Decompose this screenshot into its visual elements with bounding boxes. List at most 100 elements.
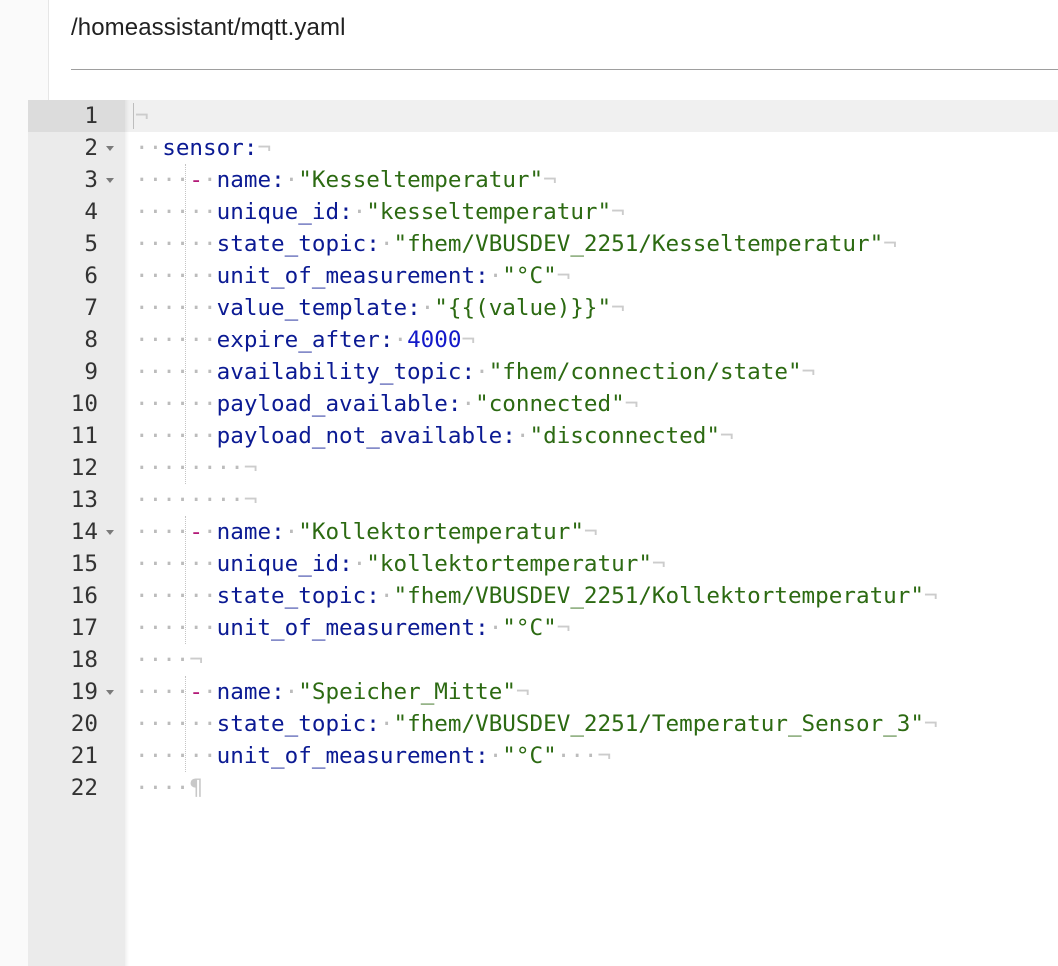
code-line[interactable]: ········¬ bbox=[135, 452, 257, 484]
line-number: 7 bbox=[84, 295, 98, 321]
token-para: ¶ bbox=[189, 775, 204, 801]
token-eol: ¬ bbox=[597, 743, 612, 769]
code-line[interactable]: ······state_topic:·"fhem/VBUSDEV_2251/Te… bbox=[135, 708, 938, 740]
token-ws: · bbox=[352, 199, 367, 225]
token-eol: ¬ bbox=[611, 295, 625, 321]
token-str: "°C" bbox=[502, 743, 557, 769]
token-punc: : bbox=[271, 679, 285, 705]
token-str: "fhem/VBUSDEV_2251/Kollektortemperatur" bbox=[393, 583, 924, 609]
code-line[interactable]: ····-·name:·"Kollektortemperatur"¬ bbox=[135, 516, 598, 548]
code-line[interactable]: ····-·name:·"Kesseltemperatur"¬ bbox=[135, 164, 557, 196]
code-line[interactable]: ······unit_of_measurement:·"°C"···¬ bbox=[135, 740, 611, 772]
line-number: 5 bbox=[84, 231, 98, 257]
token-punc: : bbox=[366, 231, 380, 257]
header-divider bbox=[71, 69, 1058, 70]
side-strip bbox=[0, 0, 49, 100]
code-line[interactable]: ······unique_id:·"kollektortemperatur"¬ bbox=[135, 548, 666, 580]
token-eol: ¬ bbox=[189, 647, 204, 673]
token-str: "Speicher_Mitte" bbox=[298, 679, 516, 705]
code-line[interactable]: ····¬ bbox=[135, 644, 203, 676]
token-ws: · bbox=[379, 231, 394, 257]
token-eol: ¬ bbox=[624, 391, 639, 417]
token-eol: ¬ bbox=[257, 135, 272, 161]
code-line[interactable]: ······state_topic:·"fhem/VBUSDEV_2251/Ko… bbox=[135, 580, 938, 612]
token-dash: - bbox=[189, 679, 204, 705]
token-ws: · bbox=[203, 167, 217, 193]
token-ws: ······ bbox=[135, 295, 217, 321]
code-line[interactable]: ······state_topic:·"fhem/VBUSDEV_2251/Ke… bbox=[135, 228, 897, 260]
token-eol: ¬ bbox=[801, 359, 816, 385]
token-str: "°C" bbox=[502, 263, 557, 289]
fold-toggle-icon[interactable] bbox=[106, 530, 114, 535]
token-key: sensor bbox=[162, 135, 244, 161]
token-ws: · bbox=[488, 743, 503, 769]
code-line[interactable]: ··sensor:¬ bbox=[135, 132, 271, 164]
line-number: 17 bbox=[70, 615, 98, 641]
token-ws: ······ bbox=[135, 615, 217, 641]
token-str: "fhem/VBUSDEV_2251/Temperatur_Sensor_3" bbox=[393, 711, 924, 737]
token-key: name bbox=[216, 167, 272, 193]
code-line[interactable]: ······payload_available:·"connected"¬ bbox=[135, 388, 638, 420]
token-ws: · bbox=[284, 519, 299, 545]
token-punc: : bbox=[366, 711, 380, 737]
token-key: name bbox=[216, 519, 272, 545]
code-line[interactable]: ······value_template:·"{{(value)}}"¬ bbox=[135, 292, 625, 324]
fold-toggle-icon[interactable] bbox=[106, 690, 114, 695]
code-line[interactable]: ······availability_topic:·"fhem/connecti… bbox=[135, 356, 815, 388]
token-eol: ¬ bbox=[243, 455, 258, 481]
token-punc: : bbox=[475, 615, 489, 641]
token-ws: · bbox=[461, 391, 476, 417]
token-ws: · bbox=[379, 583, 394, 609]
token-punc: : bbox=[243, 135, 258, 161]
token-key: payload_not_available bbox=[216, 423, 503, 449]
code-line[interactable]: ······unique_id:·"kesseltemperatur"¬ bbox=[135, 196, 625, 228]
token-eol: ¬ bbox=[924, 583, 938, 609]
token-ws: · bbox=[284, 679, 299, 705]
code-line[interactable]: ····-·name:·"Speicher_Mitte"¬ bbox=[135, 676, 530, 708]
token-eol: ¬ bbox=[243, 487, 258, 513]
code-line[interactable]: ········¬ bbox=[135, 484, 257, 516]
token-key: state_topic bbox=[216, 711, 367, 737]
token-punc: : bbox=[379, 327, 394, 353]
code-line[interactable]: ······expire_after:·4000¬ bbox=[135, 324, 475, 356]
line-number: 22 bbox=[70, 775, 98, 801]
token-ws: · bbox=[515, 423, 530, 449]
token-key: unit_of_measurement bbox=[216, 263, 476, 289]
token-key: state_topic bbox=[216, 231, 367, 257]
token-str: "fhem/VBUSDEV_2251/Kesseltemperatur" bbox=[393, 231, 884, 257]
token-ws: ········ bbox=[135, 455, 244, 481]
token-ws: ······ bbox=[135, 199, 217, 225]
token-ws: · bbox=[284, 167, 299, 193]
token-ws: · bbox=[393, 327, 408, 353]
token-str: "fhem/connection/state" bbox=[488, 359, 802, 385]
token-eol: ¬ bbox=[924, 711, 938, 737]
token-key: unit_of_measurement bbox=[216, 615, 476, 641]
token-eol: ¬ bbox=[583, 519, 598, 545]
token-dash: - bbox=[189, 167, 204, 193]
code-line[interactable]: ······payload_not_available:·"disconnect… bbox=[135, 420, 734, 452]
token-key: unique_id bbox=[216, 551, 340, 577]
token-num: 4000 bbox=[407, 327, 462, 353]
token-key: unit_of_measurement bbox=[216, 743, 476, 769]
code-line[interactable]: ¬ bbox=[135, 100, 149, 132]
fold-toggle-icon[interactable] bbox=[106, 178, 114, 183]
token-punc: : bbox=[475, 263, 489, 289]
fold-toggle-icon[interactable] bbox=[106, 146, 114, 151]
token-ws: ······ bbox=[135, 583, 217, 609]
token-key: expire_after bbox=[216, 327, 380, 353]
token-key: state_topic bbox=[216, 583, 367, 609]
code-line[interactable]: ····¶ bbox=[135, 772, 203, 804]
file-path-title: /homeassistant/mqtt.yaml bbox=[71, 14, 346, 41]
token-ws: · bbox=[488, 615, 503, 641]
token-str: "kesseltemperatur" bbox=[366, 199, 612, 225]
code-line[interactable]: ······unit_of_measurement:·"°C"¬ bbox=[135, 260, 570, 292]
token-ws: ···· bbox=[135, 775, 190, 801]
token-ws: · bbox=[203, 519, 217, 545]
line-number: 15 bbox=[70, 551, 98, 577]
token-ws: · bbox=[420, 295, 435, 321]
token-ws: ······ bbox=[135, 423, 217, 449]
code-editor[interactable]: 1 ¬ 2 ··sensor:¬ 3 ····-·name:·"Kesseltempera… bbox=[28, 100, 1058, 966]
code-line[interactable]: ······unit_of_measurement:·"°C"¬ bbox=[135, 612, 570, 644]
token-eol: ¬ bbox=[135, 103, 149, 129]
token-punc: : bbox=[407, 295, 421, 321]
